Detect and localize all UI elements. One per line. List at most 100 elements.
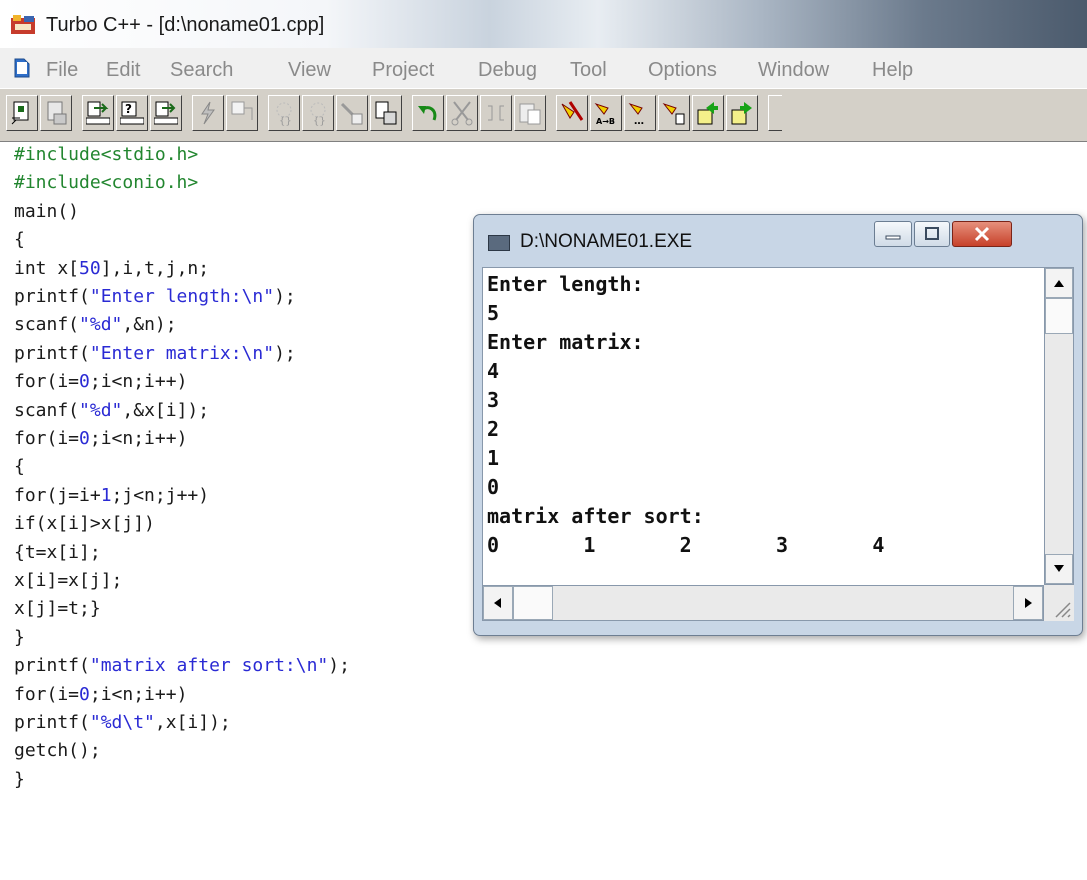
code-line-10: scanf("%d",&x[i]);	[14, 400, 210, 421]
svg-text:?: ?	[125, 102, 132, 116]
menu-edit[interactable]: Edit	[106, 59, 140, 82]
scroll-left-button[interactable]	[483, 586, 513, 620]
vertical-scrollbar[interactable]	[1044, 267, 1074, 585]
menu-project[interactable]: Project	[372, 59, 434, 82]
horizontal-scroll-thumb[interactable]	[513, 586, 553, 620]
copy-icon	[488, 105, 504, 121]
find-icon	[561, 101, 584, 121]
code-line-17: x[j]=t;}	[14, 598, 101, 619]
menu-tool[interactable]: Tool	[570, 59, 607, 82]
step-over-icon	[231, 101, 253, 120]
scroll-down-button[interactable]	[1045, 554, 1073, 584]
console-line-9: matrix after sort:	[487, 504, 704, 528]
code-line-19: printf("matrix after sort:\n");	[14, 655, 350, 676]
console-line-8: 0	[487, 475, 500, 499]
save-icon	[47, 101, 67, 125]
cut-button[interactable]	[446, 95, 478, 131]
next-button[interactable]	[726, 95, 758, 131]
paste-button[interactable]	[514, 95, 546, 131]
console-line-7: 1	[487, 446, 500, 470]
code-line-6: printf("Enter length:\n");	[14, 286, 296, 307]
console-line-3: Enter matrix:	[487, 330, 644, 354]
console-line-5: 3	[487, 388, 500, 412]
code-line-7: scanf("%d",&n);	[14, 314, 177, 335]
resize-grip[interactable]	[1044, 585, 1074, 621]
menu-debug[interactable]: Debug	[478, 59, 537, 82]
menu-view[interactable]: View	[288, 59, 331, 82]
svg-text:{}: {}	[279, 116, 292, 126]
window-title: Turbo C++ - [d:\noname01.cpp]	[46, 14, 325, 36]
console-icon	[488, 235, 510, 251]
code-line-11: for(i=0;i<n;i++)	[14, 428, 188, 449]
scroll-right-button[interactable]	[1013, 586, 1043, 620]
console-line-1: Enter length:	[487, 272, 644, 296]
step-over-button[interactable]	[226, 95, 258, 131]
code-line-1: #include<stdio.h>	[14, 144, 199, 165]
toolbar: ? {} {} A→B …	[0, 88, 1087, 142]
vertical-scroll-thumb[interactable]	[1045, 298, 1073, 334]
maximize-button[interactable]	[914, 221, 950, 247]
svg-text:A→B: A→B	[596, 117, 615, 126]
breakpoint-button[interactable]: {}	[302, 95, 334, 131]
make-button[interactable]: ?	[116, 95, 148, 131]
make-icon: ?	[120, 101, 144, 125]
svg-text:{}: {}	[313, 116, 326, 126]
console-output: Enter length: 5 Enter matrix: 4 3 2 1 0 …	[482, 267, 1046, 587]
build-icon	[154, 101, 178, 125]
code-line-16: x[i]=x[j];	[14, 570, 123, 591]
copy-button[interactable]	[480, 95, 512, 131]
new-file-button[interactable]	[6, 95, 38, 131]
watch-button[interactable]	[336, 95, 368, 131]
code-line-15: {t=x[i];	[14, 542, 101, 563]
menu-search[interactable]: Search	[170, 59, 233, 82]
search-again-button[interactable]: …	[624, 95, 656, 131]
horizontal-scrollbar[interactable]	[482, 585, 1044, 621]
watch-icon	[340, 102, 363, 125]
replace-button[interactable]: A→B	[590, 95, 622, 131]
turbo-cpp-app-icon	[11, 15, 35, 34]
code-line-2: #include<conio.h>	[14, 172, 199, 193]
find-button[interactable]	[556, 95, 588, 131]
close-icon	[974, 226, 990, 242]
evaluate-button[interactable]	[370, 95, 402, 131]
arrow-right-icon	[1025, 598, 1032, 608]
close-button[interactable]	[952, 221, 1012, 247]
menu-options[interactable]: Options	[648, 59, 717, 82]
menu-help[interactable]: Help	[872, 59, 913, 82]
scroll-up-button[interactable]	[1045, 268, 1073, 298]
breakpoint-icon: {}	[310, 102, 326, 126]
previous-button[interactable]	[692, 95, 724, 131]
run-button[interactable]	[192, 95, 224, 131]
console-title: D:\NONAME01.EXE	[520, 231, 693, 252]
replace-icon: A→B	[594, 102, 615, 126]
title-bar: Turbo C++ - [d:\noname01.cpp]	[0, 0, 1087, 48]
paste-icon	[519, 103, 541, 125]
code-line-13: for(j=i+1;j<n;j++)	[14, 485, 210, 506]
console-line-6: 2	[487, 417, 500, 441]
toolbar-overflow[interactable]	[768, 95, 782, 131]
console-line-10: 0 1 2 3 4	[487, 533, 885, 557]
menu-window[interactable]: Window	[758, 59, 829, 82]
code-line-22: getch();	[14, 740, 101, 761]
save-button[interactable]	[40, 95, 72, 131]
minimize-button[interactable]	[874, 221, 912, 247]
console-window: D:\NONAME01.EXE Enter length: 5 Enter ma…	[473, 214, 1083, 636]
code-line-14: if(x[i]>x[j])	[14, 513, 155, 534]
undo-button[interactable]	[412, 95, 444, 131]
go-to-button[interactable]	[658, 95, 690, 131]
document-icon[interactable]	[14, 58, 30, 78]
new-file-icon	[11, 101, 29, 125]
compile-button[interactable]	[82, 95, 114, 131]
previous-icon	[697, 102, 718, 125]
trace-into-button[interactable]: {}	[268, 95, 300, 131]
menu-file[interactable]: File	[46, 59, 78, 82]
undo-icon	[418, 106, 437, 121]
next-icon	[731, 102, 752, 125]
console-title-bar[interactable]: D:\NONAME01.EXE	[474, 215, 1082, 265]
code-line-20: for(i=0;i<n;i++)	[14, 684, 188, 705]
search-again-icon: …	[628, 102, 644, 126]
code-line-12: {	[14, 456, 25, 477]
console-line-2: 5	[487, 301, 500, 325]
build-button[interactable]	[150, 95, 182, 131]
cut-icon	[451, 101, 473, 126]
